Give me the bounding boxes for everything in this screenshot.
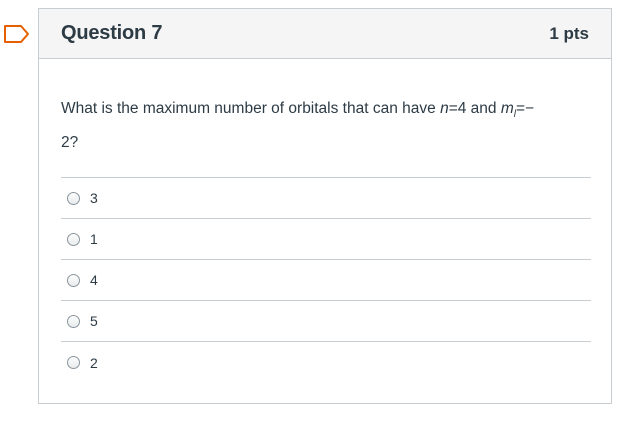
radio-button[interactable] [67,314,80,328]
question-header: Question 7 1 pts [39,9,611,59]
radio-button[interactable] [67,191,80,205]
quantum-n-symbol: n [440,100,449,117]
quantum-m-symbol: m [500,100,514,117]
quantum-n-value: =4 and [448,100,501,117]
question-text: What is the maximum number of orbitals t… [61,95,591,157]
answer-label: 2 [90,354,98,371]
question-card: Question 7 1 pts What is the maximum num… [38,8,612,404]
answer-option[interactable]: 4 [61,260,591,302]
answer-label: 1 [90,231,98,248]
radio-button[interactable] [67,356,80,370]
bookmark-question-icon[interactable] [4,25,30,43]
quantum-m-value: =− [516,100,535,117]
question-points: 1 pts [549,23,589,43]
question-text-prefix: What is the maximum number of orbitals t… [61,100,441,117]
answer-list: 3 1 4 5 2 [61,177,591,383]
question-title: Question 7 [61,22,163,44]
answer-option[interactable]: 1 [61,219,591,261]
radio-button[interactable] [67,232,80,246]
answer-option[interactable]: 3 [61,178,591,220]
radio-button[interactable] [67,273,80,287]
answer-label: 5 [90,313,98,330]
question-text-line2: 2? [61,134,79,152]
answer-label: 3 [90,190,98,207]
answer-option[interactable]: 2 [61,342,591,383]
answer-option[interactable]: 5 [61,301,591,343]
question-body: What is the maximum number of orbitals t… [39,59,611,383]
answer-label: 4 [90,272,98,289]
